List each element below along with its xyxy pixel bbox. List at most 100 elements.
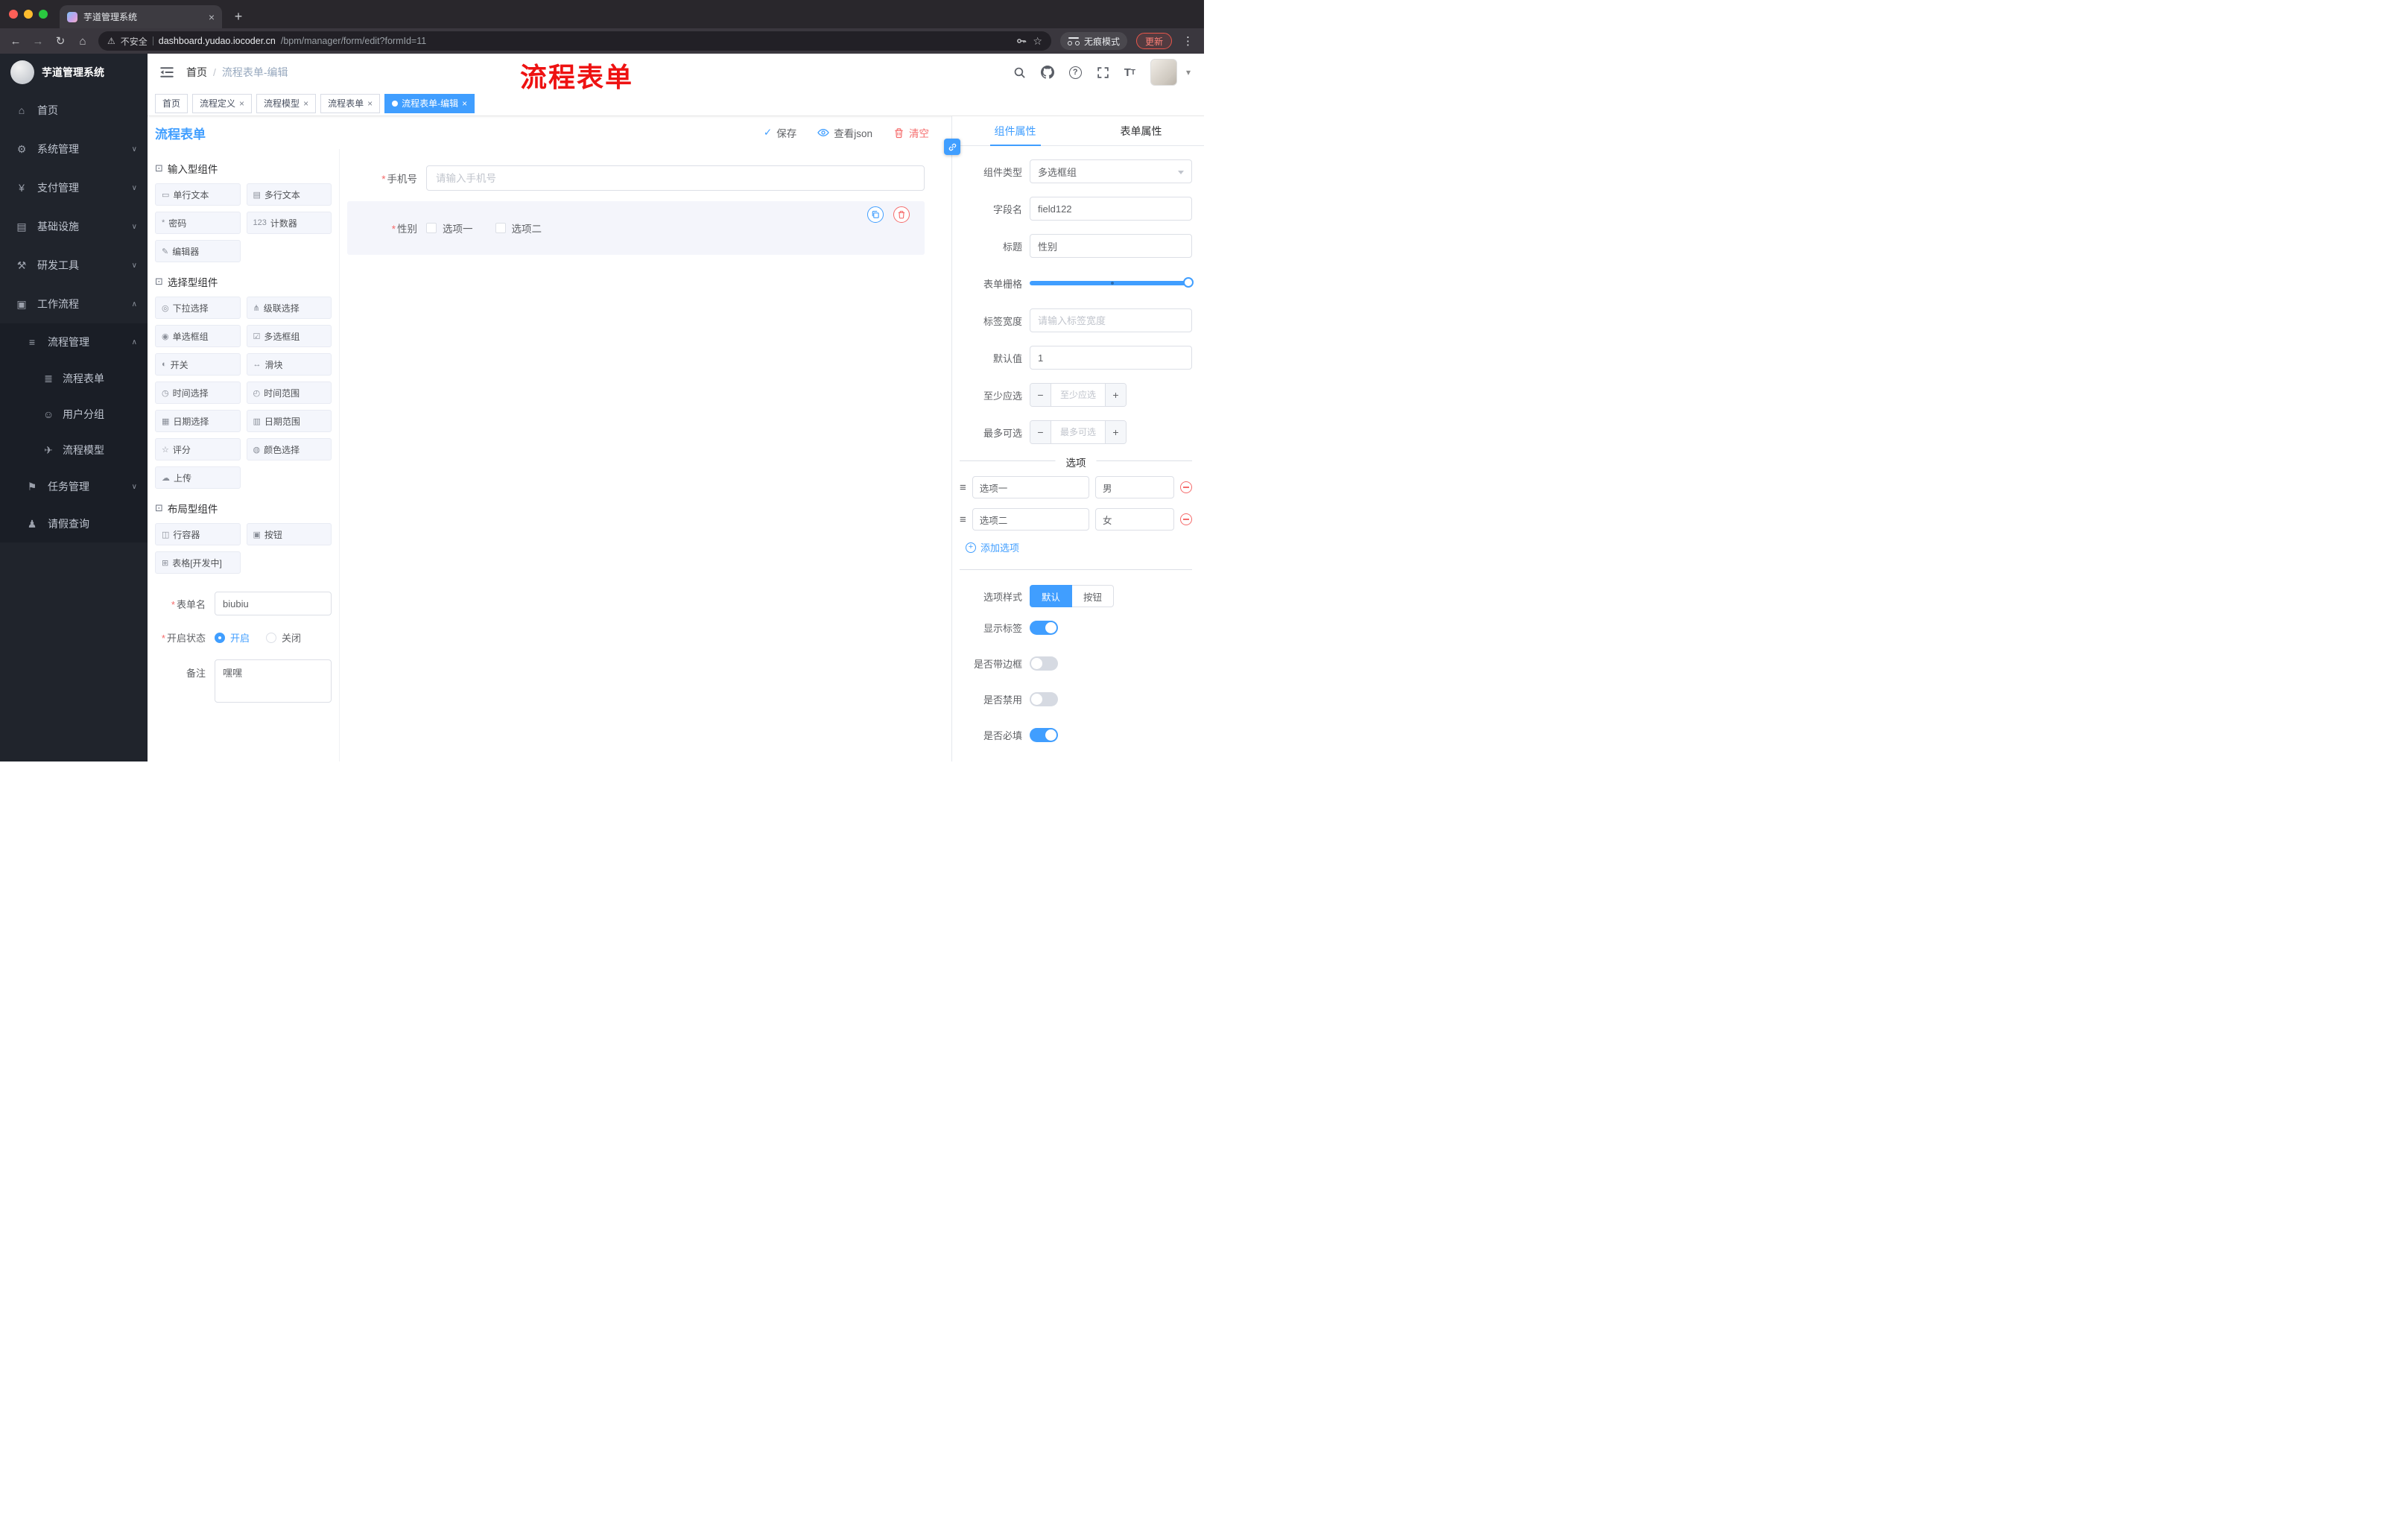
palette-item-switch[interactable]: ◐ 开关 (155, 353, 241, 376)
view-json-button[interactable]: 查看json (817, 125, 872, 140)
new-tab-button[interactable]: + (228, 6, 249, 27)
label-width-input[interactable] (1030, 308, 1192, 332)
palette-item-slider[interactable]: ↔ 滑块 (246, 353, 332, 376)
search-icon[interactable] (1013, 66, 1026, 79)
bookmark-star-icon[interactable]: ☆ (1033, 35, 1042, 48)
close-window-button[interactable] (9, 10, 18, 19)
tab-form-props[interactable]: 表单属性 (1078, 116, 1204, 145)
palette-item-password[interactable]: * 密码 (155, 212, 241, 234)
avatar[interactable] (1150, 59, 1177, 86)
palette-item-radio-group[interactable]: ◉ 单选框组 (155, 325, 241, 347)
tag-process-definition[interactable]: 流程定义 × (192, 93, 253, 113)
tab-close-icon[interactable]: × (209, 12, 215, 22)
palette-item-time-picker[interactable]: ◷ 时间选择 (155, 381, 241, 404)
palette-item-counter[interactable]: 123 计数器 (246, 212, 332, 234)
selected-component-gender[interactable]: * 性别 选项一 选项二 (347, 201, 925, 255)
required-toggle[interactable] (1030, 728, 1058, 742)
component-type-select[interactable]: 多选框组 (1030, 159, 1192, 183)
home-icon[interactable]: ⌂ (76, 35, 89, 48)
sidebar-item-payment[interactable]: ¥ 支付管理 ∨ (0, 168, 148, 207)
sidebar-item-home[interactable]: ⌂ 首页 (0, 91, 148, 130)
max-select-input[interactable] (1051, 421, 1105, 443)
browser-menu-icon[interactable]: ⋮ (1181, 34, 1195, 48)
palette-item-single-line[interactable]: ▭ 单行文本 (155, 183, 241, 206)
palette-item-upload[interactable]: ☁ 上传 (155, 466, 241, 489)
palette-item-checkbox-group[interactable]: ☑ 多选框组 (246, 325, 332, 347)
clear-button[interactable]: 清空 (893, 125, 929, 140)
option-1-value-input[interactable] (1095, 476, 1174, 498)
show-label-toggle[interactable] (1030, 621, 1058, 635)
border-toggle[interactable] (1030, 656, 1058, 671)
palette-item-row-container[interactable]: ◫ 行容器 (155, 523, 241, 545)
sidebar-item-process-management[interactable]: ≡ 流程管理 ∧ (0, 323, 148, 361)
address-bar[interactable]: ⚠ 不安全 dashboard.yudao.iocoder.cn /bpm/ma… (98, 31, 1051, 51)
font-size-icon[interactable]: TT (1124, 66, 1135, 79)
palette-item-cascader[interactable]: ⋔ 级联选择 (246, 297, 332, 319)
link-button[interactable] (944, 139, 960, 155)
close-icon[interactable]: × (303, 98, 308, 109)
option-2-name-input[interactable] (972, 508, 1089, 531)
password-key-icon[interactable] (1016, 35, 1027, 47)
palette-item-table[interactable]: ⊞ 表格[开发中] (155, 551, 241, 574)
title-input[interactable] (1030, 234, 1192, 258)
sidebar-item-leave-query[interactable]: ♟ 请假查询 (0, 505, 148, 542)
forward-icon[interactable]: → (31, 35, 45, 48)
close-icon[interactable]: × (367, 98, 373, 109)
remove-option-button[interactable] (1180, 513, 1192, 525)
min-select-input[interactable] (1051, 384, 1105, 406)
avatar-caret-icon[interactable]: ▾ (1186, 67, 1191, 77)
tag-process-form[interactable]: 流程表单 × (320, 93, 381, 113)
form-name-input[interactable] (215, 592, 332, 615)
phone-field-row[interactable]: * 手机号 (347, 165, 925, 191)
sidebar-item-system[interactable]: ⚙ 系统管理 ∨ (0, 130, 148, 168)
palette-item-select[interactable]: ◎ 下拉选择 (155, 297, 241, 319)
sidebar-item-process-model[interactable]: ✈ 流程模型 (0, 432, 148, 468)
hamburger-fold-icon[interactable] (159, 65, 174, 80)
remove-option-button[interactable] (1180, 481, 1192, 493)
palette-item-button[interactable]: ▣ 按钮 (246, 523, 332, 545)
tab-component-props[interactable]: 组件属性 (952, 116, 1078, 145)
decrease-button[interactable]: − (1030, 421, 1051, 443)
increase-button[interactable]: + (1105, 384, 1126, 406)
github-icon[interactable] (1040, 66, 1054, 79)
tag-process-model[interactable]: 流程模型 × (256, 93, 317, 113)
close-icon[interactable]: × (462, 98, 467, 109)
sidebar-item-workflow[interactable]: ▣ 工作流程 ∧ (0, 285, 148, 323)
add-option-button[interactable]: + 添加选项 (966, 540, 1192, 554)
phone-input[interactable] (426, 165, 925, 191)
palette-item-rate[interactable]: ☆ 评分 (155, 438, 241, 460)
gender-option-1-checkbox[interactable]: 选项一 (426, 221, 473, 235)
slider-track[interactable] (1030, 277, 1194, 288)
breadcrumb-home[interactable]: 首页 (186, 65, 207, 80)
browser-tab[interactable]: 芋道管理系统 × (60, 5, 222, 28)
decrease-button[interactable]: − (1030, 384, 1051, 406)
palette-item-textarea[interactable]: ▤ 多行文本 (246, 183, 332, 206)
fullscreen-icon[interactable] (1097, 66, 1109, 79)
palette-item-color-picker[interactable]: ◍ 颜色选择 (246, 438, 332, 460)
gender-option-2-checkbox[interactable]: 选项二 (495, 221, 542, 235)
increase-button[interactable]: + (1105, 421, 1126, 443)
copy-component-button[interactable] (867, 206, 884, 223)
sidebar-logo[interactable]: 芋道管理系统 (0, 54, 148, 91)
drag-handle-icon[interactable]: ≡ (960, 513, 966, 526)
reload-icon[interactable]: ↻ (54, 34, 67, 48)
grid-slider[interactable] (1030, 271, 1194, 295)
sidebar-item-process-form[interactable]: ≣ 流程表单 (0, 361, 148, 396)
status-on-radio[interactable]: 开启 (215, 630, 250, 645)
sidebar-item-user-group[interactable]: ☺ 用户分组 (0, 396, 148, 432)
security-label[interactable]: 不安全 (121, 35, 148, 48)
palette-item-date-picker[interactable]: ▦ 日期选择 (155, 410, 241, 432)
field-name-input[interactable] (1030, 197, 1192, 221)
minimize-window-button[interactable] (24, 10, 33, 19)
palette-item-time-range[interactable]: ◴ 时间范围 (246, 381, 332, 404)
zoom-window-button[interactable] (39, 10, 48, 19)
save-button[interactable]: ✓ 保存 (764, 125, 796, 140)
delete-component-button[interactable] (893, 206, 910, 223)
drag-handle-icon[interactable]: ≡ (960, 481, 966, 494)
palette-item-editor[interactable]: ✎ 编辑器 (155, 240, 241, 262)
tag-home[interactable]: 首页 (155, 93, 188, 113)
style-default-button[interactable]: 默认 (1030, 585, 1073, 607)
slider-handle[interactable] (1183, 277, 1194, 288)
disabled-toggle[interactable] (1030, 692, 1058, 706)
option-2-value-input[interactable] (1095, 508, 1174, 531)
